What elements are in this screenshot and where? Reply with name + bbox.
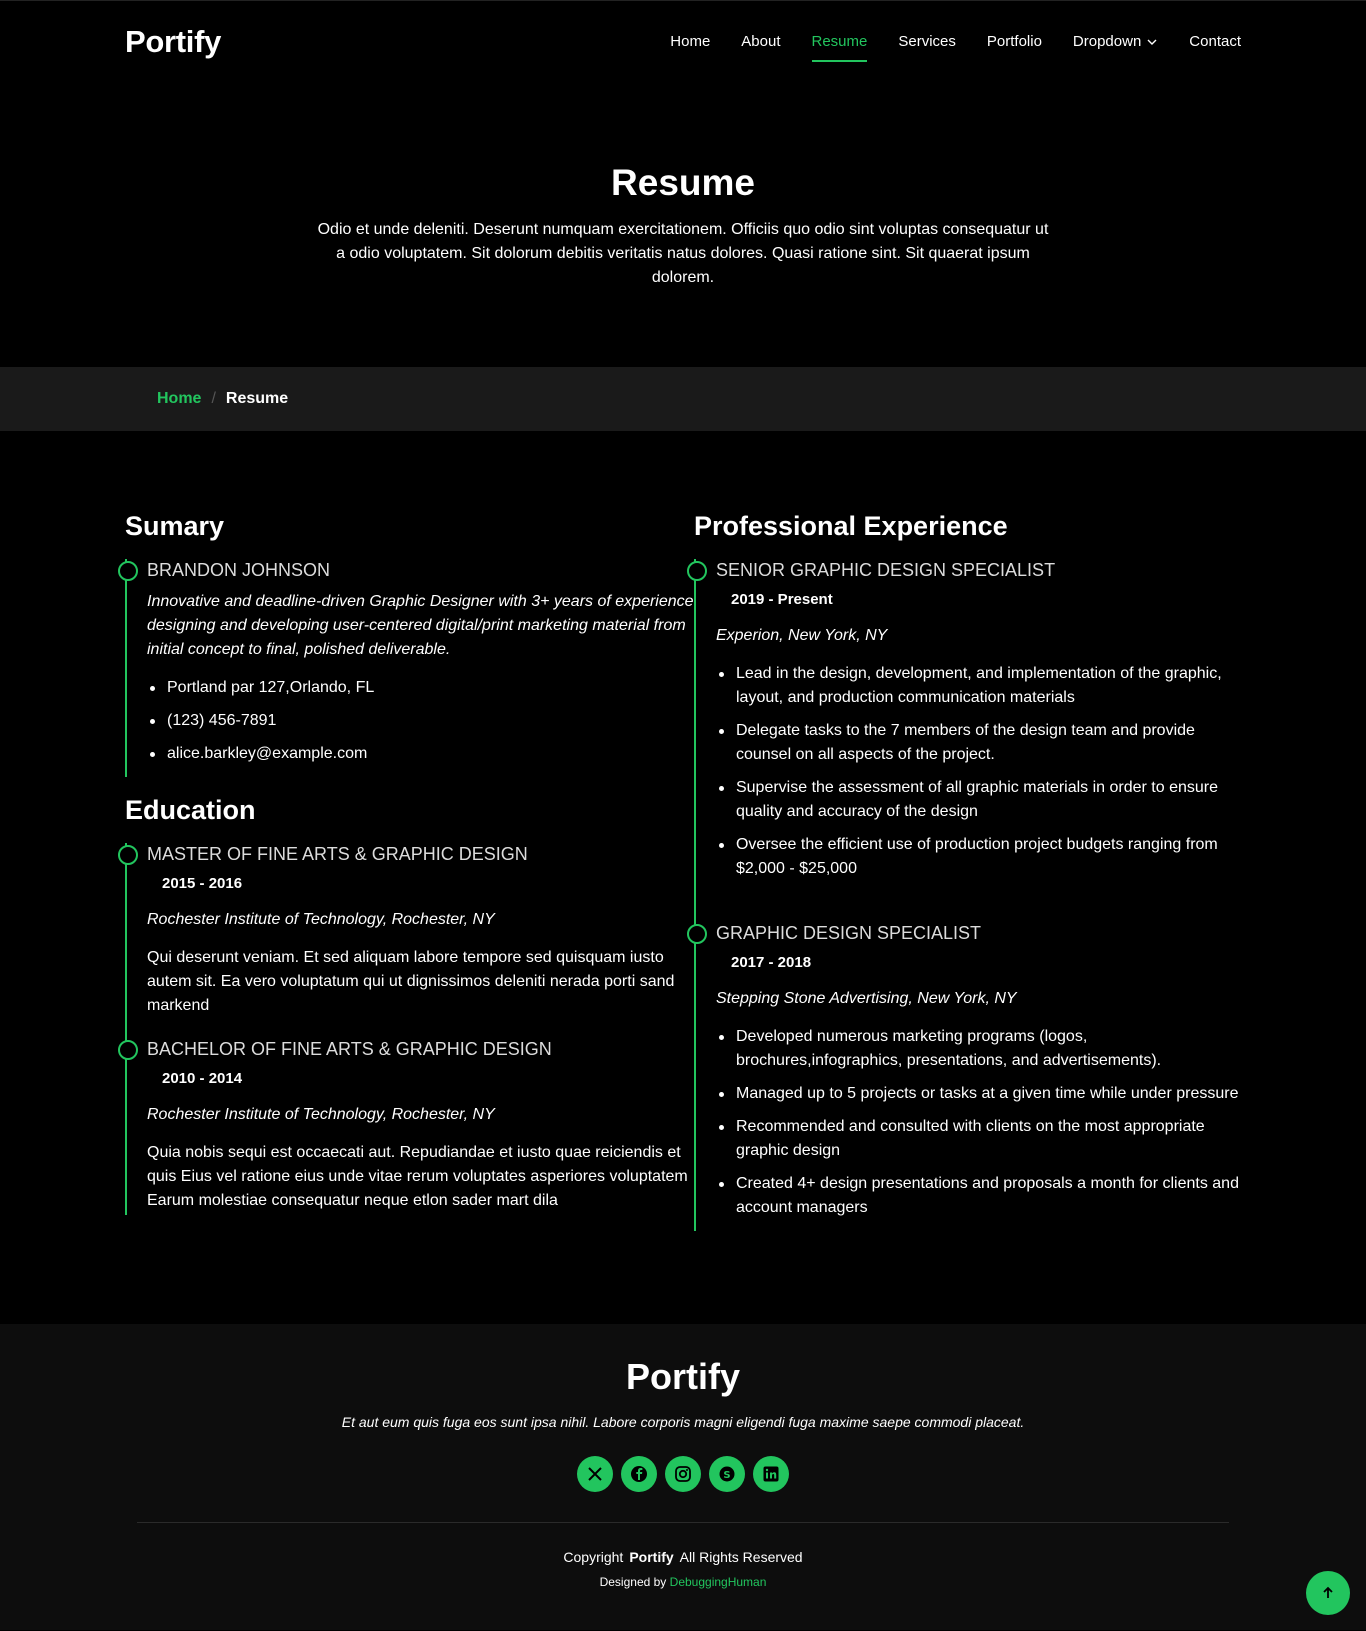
list-item: Managed up to 5 projects or tasks at a g… <box>716 1082 1241 1106</box>
education-item: MASTER OF FINE ARTS & GRAPHIC DESIGN 201… <box>118 843 694 1038</box>
experience-place: Experion, New York, NY <box>715 627 888 644</box>
resume-main: Sumary BRANDON JOHNSON Innovative and de… <box>0 431 1366 1324</box>
summary-item: BRANDON JOHNSON Innovative and deadline-… <box>118 559 694 777</box>
copyright: Copyright Portify All Rights Reserved <box>0 1549 1366 1565</box>
experience-heading: Professional Experience <box>693 511 1008 541</box>
list-item: Recommended and consulted with clients o… <box>716 1115 1241 1163</box>
chevron-down-icon <box>1147 39 1157 45</box>
linkedin-icon[interactable] <box>753 1456 789 1492</box>
experience-years: 2017 - 2018 <box>730 954 812 971</box>
copyright-brand: Portify <box>629 1549 674 1565</box>
social-links: S <box>0 1456 1366 1492</box>
site-footer: Portify Et aut eum quis fuga eos sunt ip… <box>0 1324 1366 1630</box>
skype-icon[interactable]: S <box>709 1456 745 1492</box>
list-item: Lead in the design, development, and imp… <box>716 662 1241 710</box>
copyright-post: All Rights Reserved <box>679 1549 803 1565</box>
nav-dropdown[interactable]: Dropdown <box>1073 32 1158 52</box>
nav-dropdown-label: Dropdown <box>1072 32 1142 50</box>
nav-about[interactable]: About <box>741 32 780 52</box>
summary-heading: Sumary <box>125 511 225 541</box>
site-header: Portify Home About Resume Services Portf… <box>0 0 1366 82</box>
main-nav: Home About Resume Services Portfolio Dro… <box>639 32 1241 62</box>
list-item: Delegate tasks to the 7 members of the d… <box>716 719 1241 767</box>
page-title-section: Resume Odio et unde deleniti. Deserunt n… <box>0 82 1366 367</box>
svg-text:S: S <box>723 1470 730 1481</box>
contact-address: Portland par 127,Orlando, FL <box>147 676 694 700</box>
footer-logo: Portify <box>625 1356 740 1397</box>
nav-resume[interactable]: Resume <box>811 32 867 62</box>
nav-home[interactable]: Home <box>670 32 710 52</box>
list-item: Developed numerous marketing programs (l… <box>716 1025 1241 1073</box>
experience-bullets: Lead in the design, development, and imp… <box>716 662 1241 881</box>
education-place: Rochester Institute of Technology, Roche… <box>147 911 495 928</box>
education-title: BACHELOR OF FINE ARTS & GRAPHIC DESIGN <box>147 1039 552 1059</box>
education-place: Rochester Institute of Technology, Roche… <box>147 1106 495 1123</box>
nav-portfolio[interactable]: Portfolio <box>987 32 1042 52</box>
contact-email: alice.barkley@example.com <box>147 742 694 766</box>
summary-name: BRANDON JOHNSON <box>147 560 331 580</box>
experience-item: SENIOR GRAPHIC DESIGN SPECIALIST 2019 - … <box>686 559 1241 922</box>
breadcrumb-separator: / <box>211 390 216 407</box>
copyright-pre: Copyright <box>563 1549 624 1565</box>
footer-tagline: Et aut eum quis fuga eos sunt ipsa nihil… <box>341 1414 1025 1430</box>
education-years: 2010 - 2014 <box>162 1070 243 1087</box>
page-title: Resume <box>611 162 755 203</box>
list-item: Supervise the assessment of all graphic … <box>716 776 1241 824</box>
nav-services[interactable]: Services <box>898 32 956 52</box>
right-column: Professional Experience SENIOR GRAPHIC D… <box>686 509 1241 1324</box>
education-item: BACHELOR OF FINE ARTS & GRAPHIC DESIGN 2… <box>118 1038 694 1215</box>
contact-list: Portland par 127,Orlando, FL (123) 456-7… <box>147 676 694 766</box>
list-item: Oversee the efficient use of production … <box>716 833 1241 881</box>
list-item: Created 4+ design presentations and prop… <box>716 1172 1241 1220</box>
education-text: Quia nobis sequi est occaecati aut. Repu… <box>147 1144 688 1209</box>
experience-years: 2019 - Present <box>730 591 833 608</box>
experience-place: Stepping Stone Advertising, New York, NY <box>715 990 1017 1007</box>
nav-contact[interactable]: Contact <box>1189 32 1241 52</box>
breadcrumb-home[interactable]: Home <box>157 390 201 408</box>
page-intro: Odio et unde deleniti. Deserunt numquam … <box>317 221 1049 286</box>
education-title: MASTER OF FINE ARTS & GRAPHIC DESIGN <box>147 844 528 864</box>
designer-link[interactable]: DebuggingHuman <box>670 1575 767 1589</box>
breadcrumb-current: Resume <box>225 390 289 407</box>
logo[interactable]: Portify <box>125 24 221 60</box>
experience-title: SENIOR GRAPHIC DESIGN SPECIALIST <box>715 560 1056 580</box>
x-icon[interactable] <box>577 1456 613 1492</box>
contact-phone: (123) 456-7891 <box>147 709 694 733</box>
arrow-up-icon <box>1323 1586 1333 1598</box>
facebook-icon[interactable] <box>621 1456 657 1492</box>
education-years: 2015 - 2016 <box>162 875 243 892</box>
experience-item: GRAPHIC DESIGN SPECIALIST 2017 - 2018 St… <box>686 922 1241 1231</box>
footer-divider <box>137 1522 1229 1523</box>
breadcrumb: Home / Resume <box>0 367 1366 431</box>
education-text: Qui deserunt veniam. Et sed aliquam labo… <box>147 949 675 1014</box>
instagram-icon[interactable] <box>665 1456 701 1492</box>
education-heading: Education <box>125 795 256 825</box>
left-column: Sumary BRANDON JOHNSON Innovative and de… <box>118 509 694 1324</box>
scroll-top-button[interactable] <box>1306 1571 1350 1615</box>
designed-by-label: Designed by <box>599 1575 667 1589</box>
experience-bullets: Developed numerous marketing programs (l… <box>716 1025 1241 1220</box>
credits: Designed by DebuggingHuman <box>0 1575 1366 1589</box>
summary-intro: Innovative and deadline-driven Graphic D… <box>147 593 694 658</box>
experience-title: GRAPHIC DESIGN SPECIALIST <box>715 923 982 943</box>
